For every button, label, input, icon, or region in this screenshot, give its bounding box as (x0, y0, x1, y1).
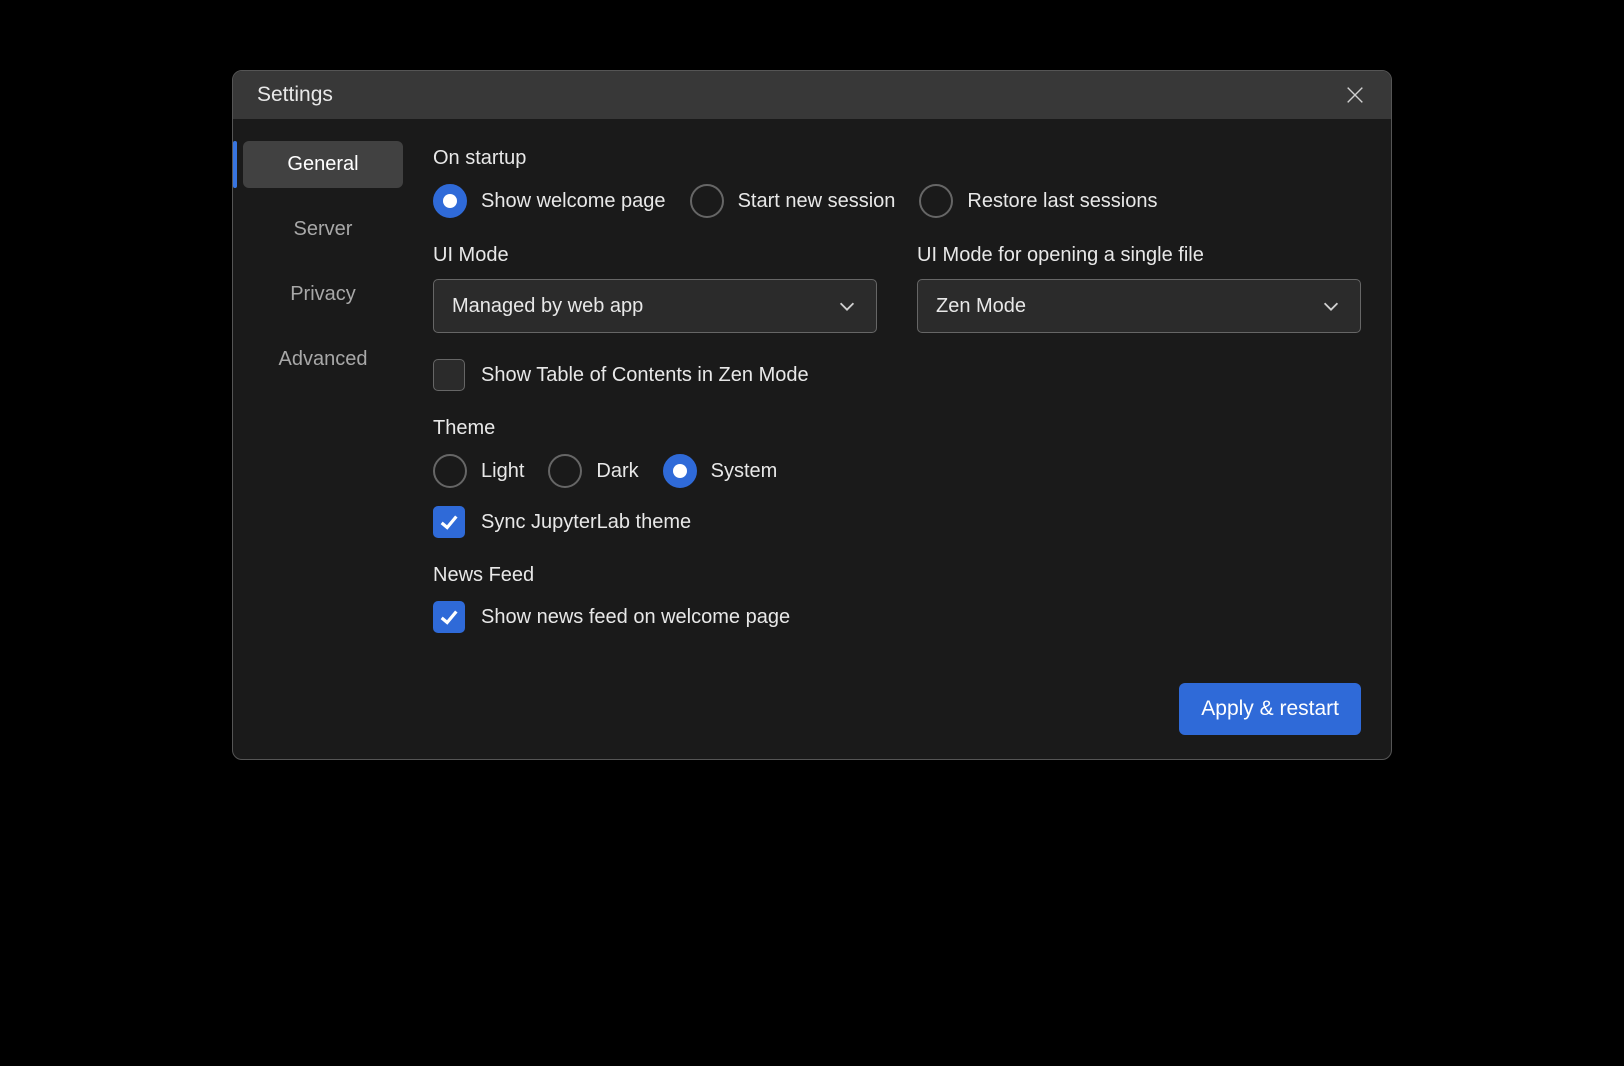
theme-label: Theme (433, 417, 1361, 440)
startup-radio-group: Show welcome page Start new session Rest… (433, 184, 1361, 218)
radio-option-new-session[interactable]: Start new session (690, 184, 896, 218)
checkbox-icon (433, 359, 465, 391)
news-label: News Feed (433, 564, 1361, 587)
checkbox-label: Sync JupyterLab theme (481, 511, 691, 534)
sidebar-item-advanced[interactable]: Advanced (243, 336, 403, 383)
radio-label: Light (481, 460, 524, 483)
chevron-down-icon (1320, 295, 1342, 317)
chevron-down-icon (836, 295, 858, 317)
sidebar: General Server Privacy Advanced (233, 119, 413, 759)
ui-mode-single-select[interactable]: Zen Mode (917, 279, 1361, 333)
select-value: Managed by web app (452, 295, 643, 318)
radio-icon (433, 454, 467, 488)
radio-option-dark[interactable]: Dark (548, 454, 638, 488)
sidebar-item-label: Privacy (290, 283, 356, 305)
radio-option-system[interactable]: System (663, 454, 778, 488)
radio-label: Restore last sessions (967, 190, 1157, 213)
sidebar-item-label: General (287, 153, 358, 175)
apply-restart-button[interactable]: Apply & restart (1179, 683, 1361, 735)
sidebar-item-label: Server (294, 218, 353, 240)
content: On startup Show welcome page Start new s… (413, 119, 1391, 759)
sidebar-item-server[interactable]: Server (243, 206, 403, 253)
radio-label: Start new session (738, 190, 896, 213)
dialog-title: Settings (257, 83, 333, 107)
sidebar-item-general[interactable]: General (243, 141, 403, 188)
checkbox-label: Show news feed on welcome page (481, 606, 790, 629)
radio-option-light[interactable]: Light (433, 454, 524, 488)
dialog-header: Settings (233, 71, 1391, 119)
radio-icon (433, 184, 467, 218)
dialog-footer: Apply & restart (433, 683, 1361, 735)
select-value: Zen Mode (936, 295, 1026, 318)
radio-option-restore[interactable]: Restore last sessions (919, 184, 1157, 218)
settings-dialog: Settings General Server Privacy Advanced… (232, 70, 1392, 760)
sidebar-item-label: Advanced (279, 348, 368, 370)
radio-icon (548, 454, 582, 488)
radio-icon (663, 454, 697, 488)
sync-theme-checkbox-row[interactable]: Sync JupyterLab theme (433, 506, 1361, 538)
radio-icon (919, 184, 953, 218)
radio-option-welcome[interactable]: Show welcome page (433, 184, 666, 218)
ui-mode-single-label: UI Mode for opening a single file (917, 244, 1361, 267)
startup-label: On startup (433, 147, 1361, 170)
radio-label: Show welcome page (481, 190, 666, 213)
close-icon[interactable] (1343, 83, 1367, 107)
checkbox-icon (433, 506, 465, 538)
radio-label: System (711, 460, 778, 483)
theme-radio-group: Light Dark System (433, 454, 1361, 488)
checkbox-label: Show Table of Contents in Zen Mode (481, 364, 809, 387)
ui-mode-select[interactable]: Managed by web app (433, 279, 877, 333)
radio-icon (690, 184, 724, 218)
toc-checkbox-row[interactable]: Show Table of Contents in Zen Mode (433, 359, 1361, 391)
ui-mode-label: UI Mode (433, 244, 877, 267)
sidebar-item-privacy[interactable]: Privacy (243, 271, 403, 318)
radio-label: Dark (596, 460, 638, 483)
checkbox-icon (433, 601, 465, 633)
dialog-body: General Server Privacy Advanced On start… (233, 119, 1391, 759)
news-checkbox-row[interactable]: Show news feed on welcome page (433, 601, 1361, 633)
